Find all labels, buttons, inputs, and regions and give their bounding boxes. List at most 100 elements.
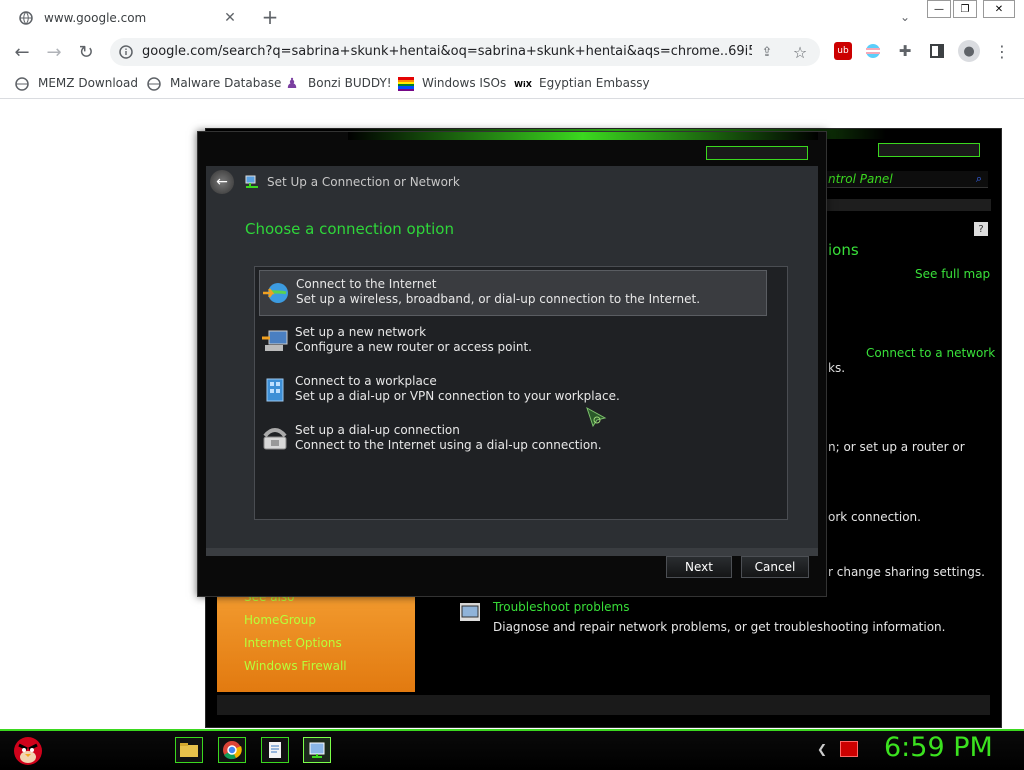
cp-heading-partial: ions [828, 241, 859, 259]
network-setup-icon [244, 174, 260, 190]
dialog-separator [206, 548, 818, 556]
window-controls: — ❐ ✕ [927, 0, 1017, 18]
taskbar-clock[interactable]: 6:59 PM [884, 732, 993, 763]
bookmark-label: Malware Database [170, 76, 282, 90]
cp-text-fragment: ork connection. [828, 510, 921, 524]
cp-text-fragment: ks. [828, 361, 846, 375]
cp-status-bar [217, 695, 990, 715]
troubleshoot-icon [460, 603, 480, 621]
see-also-panel: See also HomeGroup Internet Options Wind… [217, 590, 415, 692]
globe-icon [18, 10, 34, 26]
bookmark-bonzi-buddy[interactable]: ♟ Bonzi BUDDY! [284, 70, 392, 98]
connection-options-list: Connect to the Internet Set up a wireles… [254, 266, 788, 520]
cp-text-fragment: r change sharing settings. [828, 565, 985, 579]
bookmark-egyptian-embassy[interactable]: WiX Egyptian Embassy [514, 70, 649, 98]
option-title: Connect to a workplace [295, 374, 437, 388]
bookmark-label: Windows ISOs [422, 76, 507, 90]
dialog-window-controls[interactable] [706, 146, 808, 160]
next-button[interactable]: Next [666, 556, 732, 578]
bookmark-memz[interactable]: MEMZ Download [14, 70, 138, 98]
menu-kebab-icon[interactable]: ⋮ [994, 40, 1010, 62]
bookmarks-bar: MEMZ Download Malware Database ♟ Bonzi B… [0, 70, 1024, 99]
bookmark-label: MEMZ Download [38, 76, 138, 90]
reload-icon[interactable]: ↻ [74, 40, 98, 64]
side-panel-icon[interactable] [928, 42, 946, 60]
option-description: Configure a new router or access point. [295, 340, 532, 354]
setup-connection-dialog: ← Set Up a Connection or Network Choose … [197, 131, 827, 597]
option-description: Set up a dial-up or VPN connection to yo… [295, 389, 620, 403]
extensions-puzzle-icon[interactable]: ✚ [896, 42, 914, 60]
bookmark-star-icon[interactable]: ☆ [790, 42, 810, 62]
cp-search-box[interactable]: ntrol Panel ⌕ [826, 171, 988, 188]
forward-arrow-icon[interactable]: → [42, 40, 66, 64]
tray-network-icon[interactable] [840, 741, 858, 757]
close-tab-icon[interactable]: ✕ [222, 10, 238, 26]
option-dialup[interactable]: Set up a dial-up connection Connect to t… [259, 417, 765, 461]
start-button-angry-bird-icon[interactable] [8, 729, 48, 768]
globe-icon [146, 76, 162, 92]
option-title: Connect to the Internet [296, 277, 437, 291]
dialog-heading: Choose a connection option [245, 220, 454, 238]
option-workplace[interactable]: Connect to a workplace Set up a dial-up … [259, 368, 765, 412]
notepad-taskbar-icon[interactable] [261, 737, 289, 763]
bookmark-malware-database[interactable]: Malware Database [146, 70, 281, 98]
cancel-button[interactable]: Cancel [741, 556, 809, 578]
network-setup-taskbar-icon[interactable] [303, 737, 331, 763]
cp-text-fragment: n; or set up a router or [828, 440, 965, 454]
chrome-taskbar-icon[interactable] [218, 737, 246, 763]
profile-avatar-icon[interactable]: ● [958, 40, 980, 62]
homegroup-link[interactable]: HomeGroup [244, 613, 316, 627]
bookmark-label: Egyptian Embassy [539, 76, 650, 90]
back-arrow-icon[interactable]: ← [210, 170, 234, 194]
minimize-icon[interactable]: — [927, 0, 951, 18]
cp-address-strip [826, 199, 991, 211]
tab-search-icon[interactable]: ⌄ [896, 8, 914, 26]
cp-search-placeholder: ntrol Panel [828, 172, 893, 186]
option-title: Set up a dial-up connection [295, 423, 460, 437]
ublock-extension-icon[interactable]: ub [834, 42, 852, 60]
restore-icon[interactable]: ❐ [953, 0, 977, 18]
windows-flag-icon [398, 76, 414, 92]
connect-to-network-link[interactable]: Connect to a network [866, 346, 995, 360]
globe-connect-icon [262, 279, 290, 307]
address-bar[interactable]: google.com/search?q=sabrina+skunk+hentai… [110, 38, 820, 66]
tab-title: www.google.com [44, 11, 147, 25]
workplace-icon [261, 376, 289, 404]
file-explorer-taskbar-icon[interactable] [175, 737, 203, 763]
search-icon[interactable]: ⌕ [972, 172, 986, 186]
troubleshoot-description: Diagnose and repair network problems, or… [493, 620, 946, 634]
tab-strip: www.google.com ✕ + ⌄ — ❐ ✕ [0, 0, 1024, 34]
troubleshoot-problems-link[interactable]: Troubleshoot problems [493, 600, 629, 614]
option-connect-internet[interactable]: Connect to the Internet Set up a wireles… [259, 270, 767, 316]
share-icon[interactable]: ⇪ [758, 43, 776, 61]
option-description: Set up a wireless, broadband, or dial-up… [296, 292, 701, 306]
dialup-phone-icon [261, 425, 289, 453]
wix-icon: WiX [514, 79, 532, 89]
option-new-network[interactable]: Set up a new network Configure a new rou… [259, 319, 765, 363]
bookmark-label: Bonzi BUDDY! [308, 76, 392, 90]
globe-icon [14, 76, 30, 92]
back-arrow-icon[interactable]: ← [10, 40, 34, 64]
close-window-icon[interactable]: ✕ [983, 0, 1015, 18]
new-tab-button[interactable]: + [258, 5, 282, 29]
option-description: Connect to the Internet using a dial-up … [295, 438, 602, 452]
new-network-icon [261, 327, 289, 355]
see-full-map-link[interactable]: See full map [915, 267, 990, 281]
bookmark-windows-isos[interactable]: Windows ISOs [398, 70, 507, 98]
taskbar [0, 729, 1024, 770]
help-icon[interactable]: ? [974, 222, 988, 236]
busy-cursor-icon [585, 406, 609, 428]
option-title: Set up a new network [295, 325, 427, 339]
dialog-title: Set Up a Connection or Network [267, 175, 460, 189]
bonzi-icon: ♟ [285, 76, 299, 92]
cp-window-controls[interactable] [878, 143, 980, 157]
browser-toolbar: ← → ↻ google.com/search?q=sabrina+skunk+… [0, 34, 1024, 70]
url-text: google.com/search?q=sabrina+skunk+hentai… [142, 44, 752, 59]
dialog-title-glow [348, 132, 818, 140]
windows-firewall-link[interactable]: Windows Firewall [244, 659, 347, 673]
site-info-icon[interactable] [118, 44, 134, 60]
internet-options-link[interactable]: Internet Options [244, 636, 342, 650]
pride-extension-icon[interactable] [864, 42, 882, 60]
browser-tab[interactable]: www.google.com ✕ [8, 2, 246, 34]
tray-arrow-icon[interactable]: ❮ [814, 741, 830, 757]
